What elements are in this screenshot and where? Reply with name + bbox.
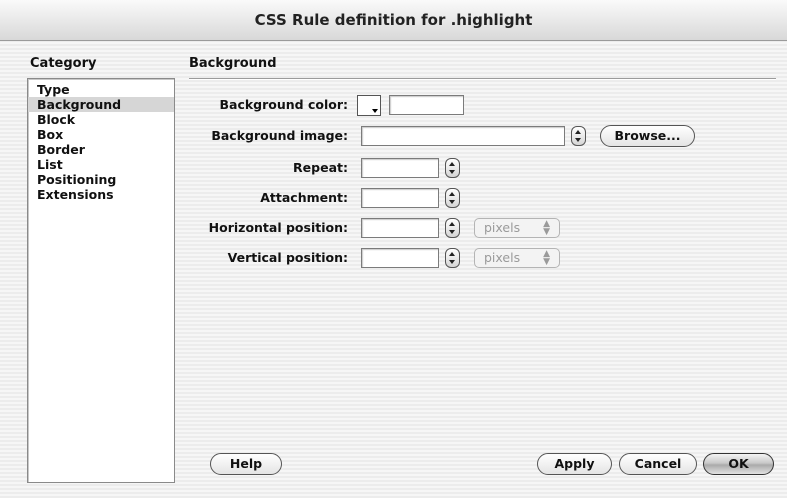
horizontal-position-unit-select: pixels ▲ ▼: [474, 218, 560, 238]
apply-button[interactable]: Apply: [537, 453, 612, 475]
category-item-list[interactable]: List: [28, 157, 174, 172]
browse-button[interactable]: Browse...: [600, 125, 695, 147]
horizontal-position-label: Horizontal position:: [208, 220, 348, 235]
category-list[interactable]: Type Background Block Box Border List Po…: [27, 78, 175, 483]
vertical-position-label: Vertical position:: [227, 250, 348, 265]
attachment-field[interactable]: [361, 188, 439, 208]
background-color-label: Background color:: [219, 97, 348, 112]
repeat-field[interactable]: [361, 158, 439, 178]
attachment-stepper-icon[interactable]: [445, 188, 460, 208]
vertical-position-field[interactable]: [361, 248, 439, 268]
background-image-label: Background image:: [211, 128, 348, 143]
category-item-block[interactable]: Block: [28, 112, 174, 127]
repeat-stepper-icon[interactable]: [445, 158, 460, 178]
cancel-button[interactable]: Cancel: [619, 453, 697, 475]
category-item-type[interactable]: Type: [28, 82, 174, 97]
horizontal-position-field[interactable]: [361, 218, 439, 238]
attachment-label: Attachment:: [260, 190, 348, 205]
category-item-background[interactable]: Background: [28, 97, 174, 112]
ok-button[interactable]: OK: [703, 453, 774, 475]
window-title: CSS Rule definition for .highlight: [0, 0, 787, 41]
category-item-box[interactable]: Box: [28, 127, 174, 142]
background-color-field[interactable]: [389, 95, 464, 115]
background-image-field[interactable]: [361, 126, 565, 146]
vertical-position-stepper-icon[interactable]: [445, 248, 460, 268]
vertical-position-unit-select: pixels ▲ ▼: [474, 248, 560, 268]
category-item-border[interactable]: Border: [28, 142, 174, 157]
help-button[interactable]: Help: [210, 453, 282, 475]
vertical-unit-label: pixels: [484, 250, 521, 265]
background-image-stepper-icon[interactable]: [571, 126, 586, 146]
horizontal-unit-label: pixels: [484, 220, 521, 235]
swatch-dropdown-icon: [372, 109, 378, 113]
category-heading: Category: [30, 56, 97, 71]
section-divider: [189, 78, 776, 80]
category-item-positioning[interactable]: Positioning: [28, 172, 174, 187]
horizontal-position-stepper-icon[interactable]: [445, 218, 460, 238]
background-color-swatch[interactable]: [357, 95, 381, 116]
category-item-extensions[interactable]: Extensions: [28, 187, 174, 202]
popup-arrows-icon: ▲ ▼: [543, 219, 550, 237]
section-heading: Background: [189, 56, 277, 71]
repeat-label: Repeat:: [293, 160, 348, 175]
popup-arrows-icon: ▲ ▼: [543, 249, 550, 267]
